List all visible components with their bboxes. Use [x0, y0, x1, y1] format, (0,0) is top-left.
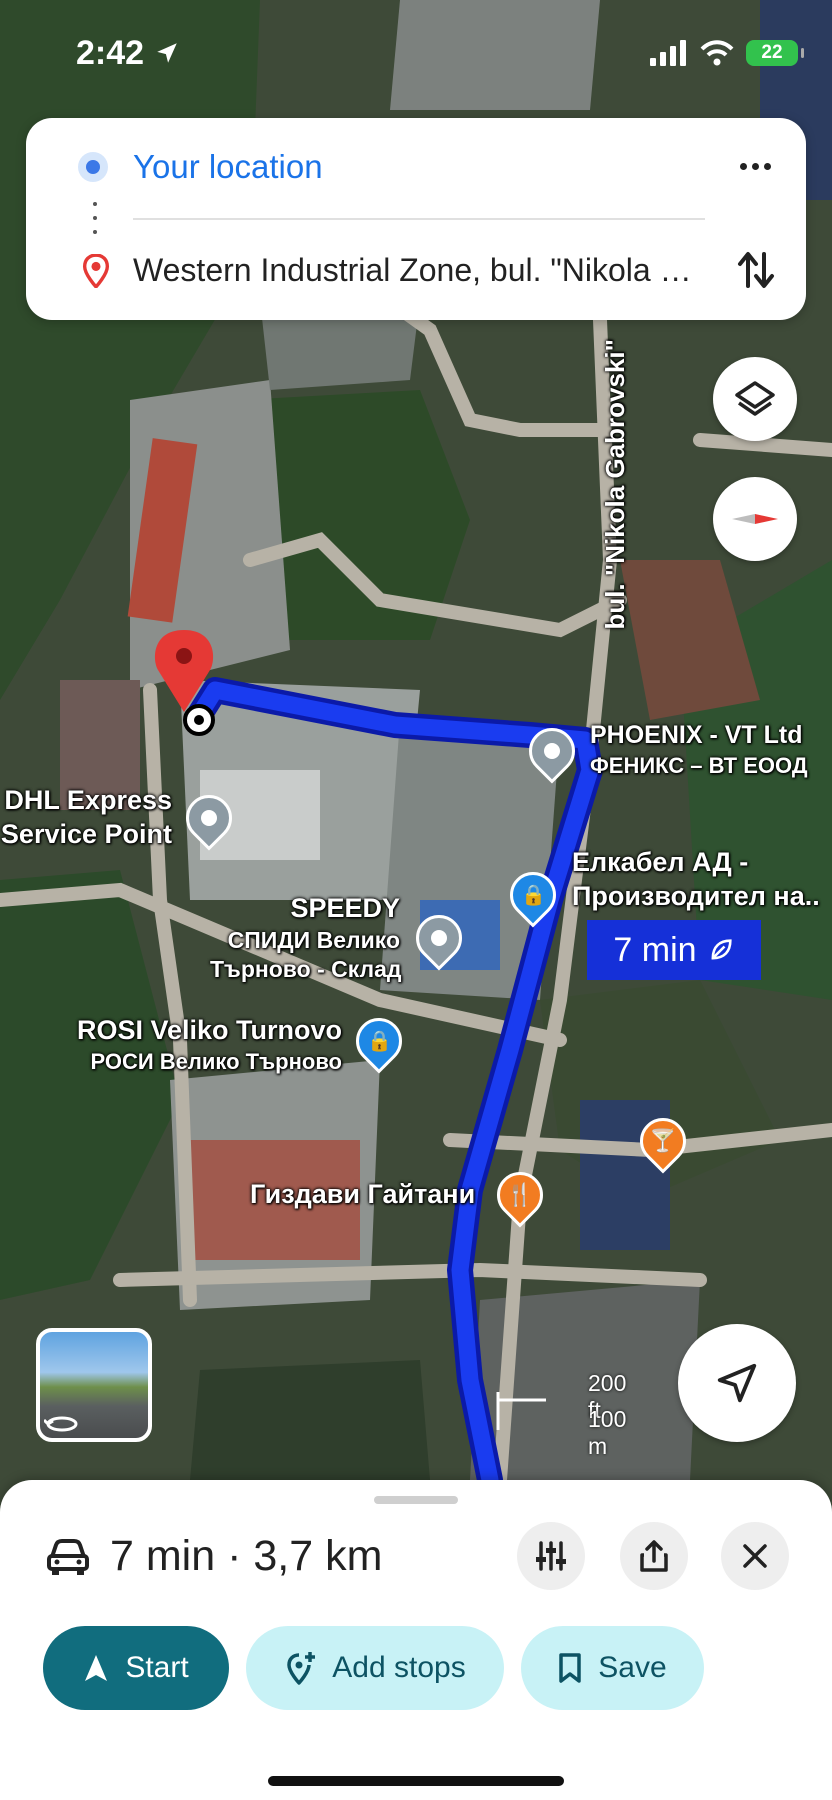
navigation-arrow-icon — [85, 1655, 108, 1681]
close-button[interactable] — [721, 1522, 789, 1590]
share-icon — [640, 1540, 668, 1572]
tune-icon — [536, 1541, 566, 1571]
place-label-dhl[interactable]: DHL Express Service Point — [0, 785, 172, 849]
leaf-icon — [711, 939, 732, 960]
close-icon — [743, 1544, 767, 1568]
share-button[interactable] — [620, 1522, 688, 1590]
place-label-phoenix[interactable]: PHOENIX - VT Ltd ФЕНИКС – ВТ ЕООД — [590, 721, 808, 778]
navigation-arrow-icon — [717, 1363, 757, 1403]
route-dots-icon — [93, 202, 97, 238]
field-divider — [133, 218, 705, 220]
add-location-icon — [287, 1652, 316, 1685]
status-indicators: 22 — [650, 40, 804, 66]
signal-icon — [650, 40, 686, 66]
place-label-speedy[interactable]: SPEEDY СПИДИ Велико Търново - Склад — [210, 893, 402, 982]
place-label-rosi[interactable]: ROSI Veliko Turnovo РОСИ Велико Търново — [76, 1015, 342, 1074]
destination-pin-icon — [82, 254, 110, 288]
wifi-icon — [700, 40, 734, 66]
cocktail-icon: 🍸 — [649, 1128, 677, 1153]
layers-icon — [735, 381, 775, 416]
shopping-bag-icon: 🔒 — [366, 1030, 392, 1053]
save-button[interactable]: Save — [521, 1626, 704, 1710]
more-horiz-icon — [739, 162, 747, 170]
bottom-sheet: 7 min · 3,7 km Start Add stops Save — [0, 1480, 832, 1800]
destination-field[interactable]: Western Industrial Zone, bul. "Nikola Ga… — [133, 252, 711, 289]
street-view-thumbnail[interactable] — [36, 1328, 152, 1442]
restaurant-icon: 🍴 — [506, 1182, 534, 1207]
bookmark-icon — [559, 1653, 582, 1683]
add-stops-label: Add stops — [332, 1651, 466, 1684]
route-summary: 7 min · 3,7 km — [46, 1532, 382, 1581]
location-arrow-icon — [156, 43, 177, 63]
scale-bar-icon — [496, 1392, 546, 1430]
compass-button[interactable] — [713, 477, 797, 561]
origin-dot-icon — [78, 152, 108, 182]
compass-icon — [732, 514, 778, 524]
swap-vertical-icon[interactable] — [732, 246, 780, 294]
route-summary-text: 7 min · 3,7 km — [110, 1532, 383, 1580]
route-options-button[interactable] — [517, 1522, 585, 1590]
layers-button[interactable] — [713, 357, 797, 441]
recenter-button[interactable] — [678, 1324, 796, 1442]
start-button[interactable]: Start — [43, 1626, 229, 1710]
street-label: bul. "Nikola Gabrovski" — [599, 339, 630, 630]
shopping-bag-icon: 🔒 — [520, 884, 546, 907]
route-duration-chip[interactable]: 7 min — [587, 920, 761, 980]
status-time: 2:42 — [76, 34, 180, 73]
street-view-rotate-icon — [44, 1416, 78, 1432]
sheet-drag-handle[interactable] — [374, 1496, 458, 1504]
battery-indicator: 22 — [746, 40, 804, 66]
route-duration: 7 min — [613, 930, 697, 969]
more-options-button[interactable] — [730, 146, 780, 186]
place-label-elkabel[interactable]: Елкабел АД - Производител на.. — [572, 847, 820, 911]
origin-field[interactable]: Your location — [133, 148, 323, 186]
save-button-label: Save — [598, 1651, 667, 1684]
home-indicator[interactable] — [268, 1776, 564, 1786]
car-icon — [47, 1538, 89, 1575]
place-label-restaurant[interactable]: Гиздави Гайтани — [250, 1179, 475, 1210]
add-stops-button[interactable]: Add stops — [246, 1626, 504, 1710]
start-button-label: Start — [125, 1651, 189, 1684]
